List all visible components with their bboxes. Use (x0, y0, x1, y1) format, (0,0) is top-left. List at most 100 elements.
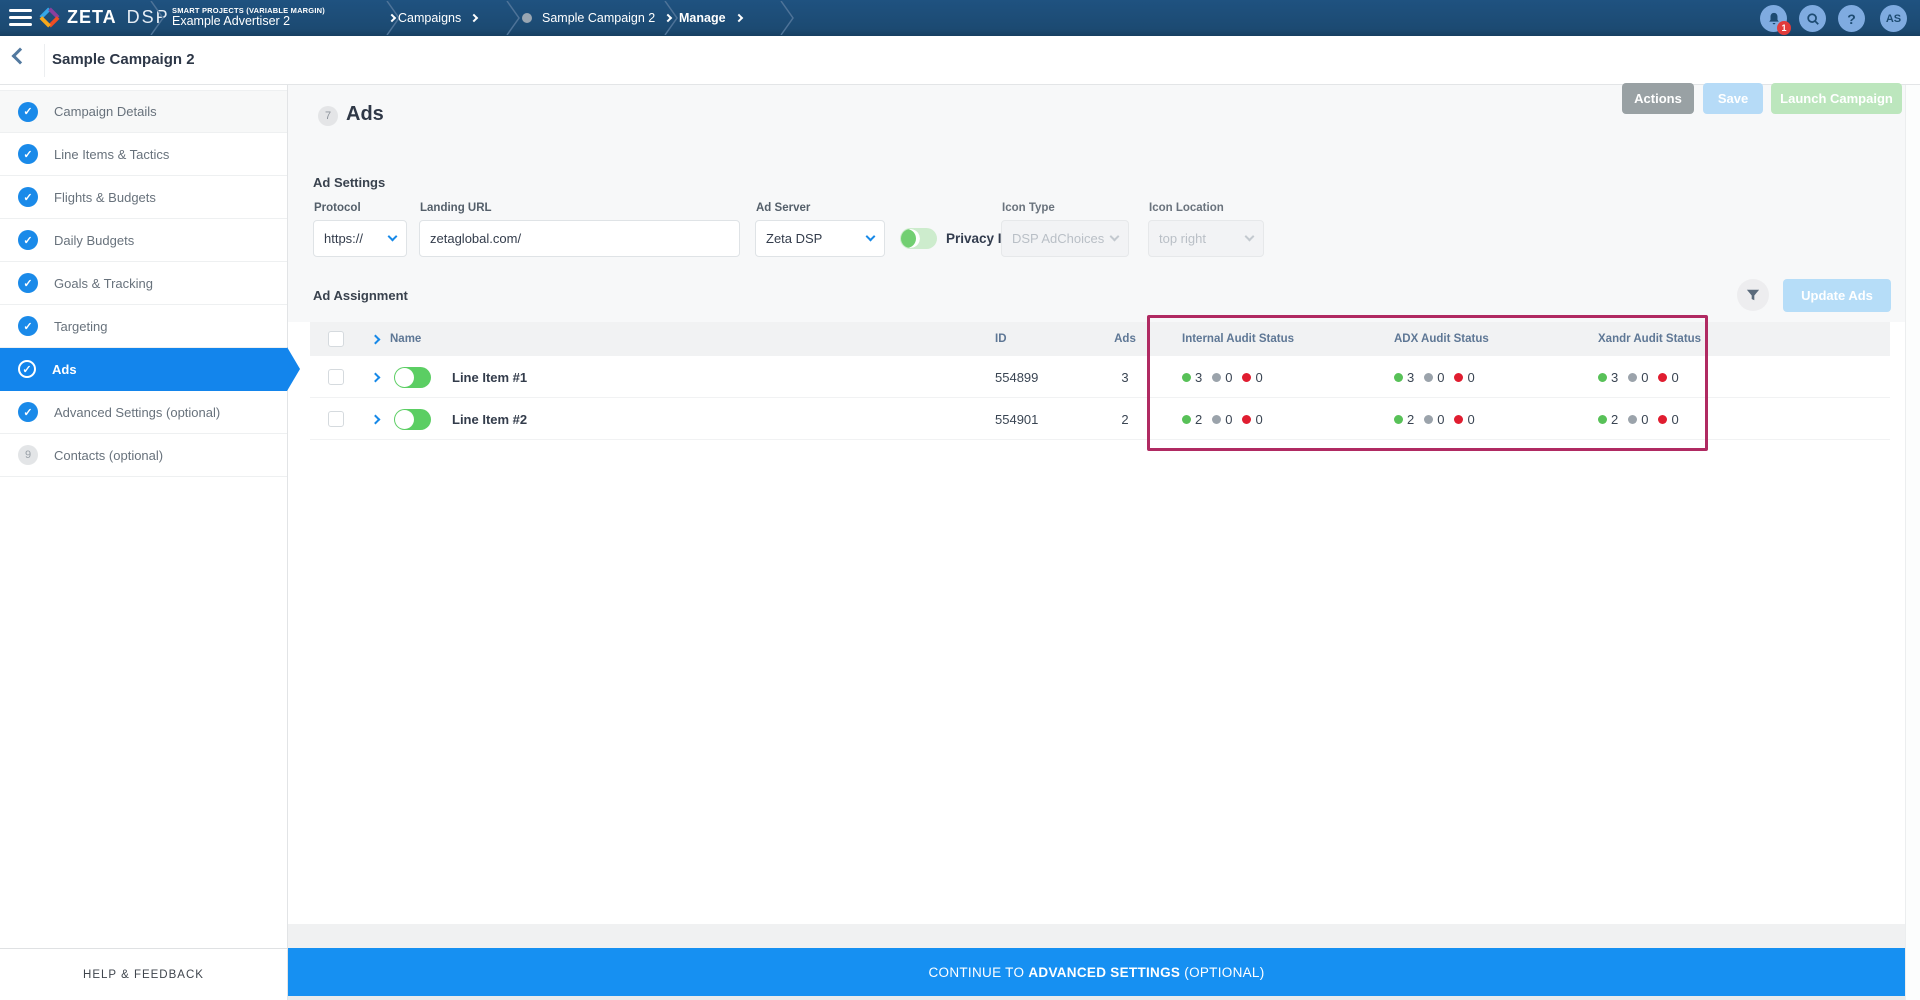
check-icon: ✓ (18, 144, 38, 164)
hamburger-menu-icon[interactable] (9, 9, 32, 26)
check-icon: ✓ (18, 273, 38, 293)
user-avatar[interactable]: AS (1880, 5, 1907, 32)
breadcrumb-separator-icon (780, 1, 794, 40)
internal-audit-status: 2 0 0 (1182, 398, 1273, 440)
column-id[interactable]: ID (995, 322, 1007, 356)
update-ads-button[interactable]: Update Ads (1783, 279, 1891, 312)
privacy-icon-toggle[interactable] (900, 228, 937, 249)
sidebar-item-label: Targeting (54, 319, 107, 334)
sidebar-item-label: Ads (52, 362, 77, 377)
approved-dot-icon (1394, 415, 1403, 424)
notifications-button[interactable]: 1 (1760, 5, 1787, 32)
landing-url-input[interactable] (419, 220, 740, 257)
launch-campaign-button[interactable]: Launch Campaign (1771, 83, 1902, 114)
sidebar-item-targeting[interactable]: ✓ Targeting (0, 305, 287, 348)
page-title: Sample Campaign 2 (52, 51, 195, 68)
line-item-toggle[interactable] (394, 409, 431, 430)
xandr-audit-status: 3 0 0 (1598, 356, 1689, 398)
line-item-name[interactable]: Line Item #2 (452, 398, 527, 440)
pending-dot-icon (1212, 373, 1221, 382)
approved-count: 3 (1407, 370, 1414, 385)
campaign-status-dot (522, 13, 532, 23)
campaign-steps-sidebar: ✓ Campaign Details ✓ Line Items & Tactic… (0, 85, 288, 948)
line-item-ads-count: 3 (1105, 356, 1145, 398)
sidebar-item-campaign-details[interactable]: ✓ Campaign Details (0, 90, 287, 133)
pending-count: 0 (1225, 412, 1232, 427)
rejected-count: 0 (1671, 412, 1678, 427)
rejected-dot-icon (1658, 415, 1667, 424)
protocol-select[interactable]: https:// (313, 220, 407, 257)
save-button[interactable]: Save (1703, 83, 1763, 114)
continue-button[interactable]: CONTINUE TO ADVANCED SETTINGS (OPTIONAL) (288, 948, 1905, 996)
pending-count: 0 (1225, 370, 1232, 385)
sidebar-item-daily-budgets[interactable]: ✓ Daily Budgets (0, 219, 287, 262)
adx-audit-status: 3 0 0 (1394, 356, 1485, 398)
breadcrumb-campaigns[interactable]: Campaigns (398, 0, 477, 36)
pending-dot-icon (1628, 373, 1637, 382)
chevron-right-icon (734, 14, 742, 22)
search-icon (1806, 12, 1820, 26)
breadcrumb-advertiser[interactable]: SMART PROJECTS (VARIABLE MARGIN) Example… (172, 0, 395, 36)
expand-row-icon[interactable] (371, 414, 381, 424)
pending-count: 0 (1437, 370, 1444, 385)
column-internal-audit[interactable]: Internal Audit Status (1182, 322, 1294, 356)
approved-count: 3 (1611, 370, 1618, 385)
line-item-name[interactable]: Line Item #1 (452, 356, 527, 398)
avatar-initials: AS (1886, 13, 1901, 25)
ad-server-label: Ad Server (756, 202, 810, 214)
ad-assignment-label: Ad Assignment (313, 288, 408, 303)
approved-dot-icon (1182, 415, 1191, 424)
continue-prefix: CONTINUE TO (928, 965, 1028, 980)
icon-type-value: DSP AdChoices (1012, 231, 1104, 246)
step-number-badge: 7 (318, 106, 338, 126)
sidebar-item-label: Contacts (optional) (54, 448, 163, 463)
pending-dot-icon (1424, 415, 1433, 424)
row-checkbox[interactable] (328, 369, 344, 385)
protocol-value: https:// (324, 231, 363, 246)
approved-count: 2 (1407, 412, 1414, 427)
table-row: Line Item #1 554899 3 3 0 0 3 0 0 3 0 0 (310, 356, 1890, 398)
line-item-ads-count: 2 (1105, 398, 1145, 440)
actions-button[interactable]: Actions (1622, 83, 1694, 114)
column-ads[interactable]: Ads (1105, 322, 1145, 356)
sidebar-item-ads[interactable]: ✓ Ads (0, 348, 287, 391)
approved-dot-icon (1598, 415, 1607, 424)
divider (44, 44, 45, 77)
rejected-dot-icon (1454, 373, 1463, 382)
rejected-dot-icon (1242, 373, 1251, 382)
continue-bold: ADVANCED SETTINGS (1028, 965, 1180, 980)
line-item-toggle[interactable] (394, 367, 431, 388)
row-checkbox[interactable] (328, 411, 344, 427)
filter-button[interactable] (1737, 279, 1769, 311)
help-button[interactable]: ? (1838, 5, 1865, 32)
chevron-down-icon (866, 232, 876, 242)
rejected-count: 0 (1467, 412, 1474, 427)
breadcrumb-manage[interactable]: Manage (679, 0, 742, 36)
column-adx-audit[interactable]: ADX Audit Status (1394, 322, 1489, 356)
pending-count: 0 (1641, 412, 1648, 427)
select-all-checkbox[interactable] (328, 331, 344, 347)
sidebar-item-label: Line Items & Tactics (54, 147, 169, 162)
column-xandr-audit[interactable]: Xandr Audit Status (1598, 322, 1701, 356)
sidebar-item-goals-tracking[interactable]: ✓ Goals & Tracking (0, 262, 287, 305)
column-name[interactable]: Name (390, 322, 421, 356)
app: ZETA DSP SMART PROJECTS (VARIABLE MARGIN… (0, 0, 1920, 1000)
help-feedback-button[interactable]: HELP & FEEDBACK (0, 948, 288, 1000)
approved-dot-icon (1394, 373, 1403, 382)
sidebar-item-advanced-settings[interactable]: ✓ Advanced Settings (optional) (0, 391, 287, 434)
breadcrumb-campaign[interactable]: Sample Campaign 2 (522, 0, 671, 36)
rejected-count: 0 (1467, 370, 1474, 385)
ad-server-select[interactable]: Zeta DSP (755, 220, 885, 257)
back-button[interactable] (12, 48, 29, 65)
content-bottom-strip (288, 924, 1905, 948)
sidebar-item-line-items-tactics[interactable]: ✓ Line Items & Tactics (0, 133, 287, 176)
sidebar-item-contacts[interactable]: 9 Contacts (optional) (0, 434, 287, 477)
table-header-row: Name ID Ads Internal Audit Status ADX Au… (310, 322, 1890, 356)
sidebar-item-flights-budgets[interactable]: ✓ Flights & Budgets (0, 176, 287, 219)
search-button[interactable] (1799, 5, 1826, 32)
rejected-dot-icon (1658, 373, 1667, 382)
scrollbar-track[interactable] (1905, 85, 1920, 1000)
check-icon: ✓ (18, 360, 36, 378)
expand-all-icon[interactable] (371, 334, 381, 344)
expand-row-icon[interactable] (371, 372, 381, 382)
